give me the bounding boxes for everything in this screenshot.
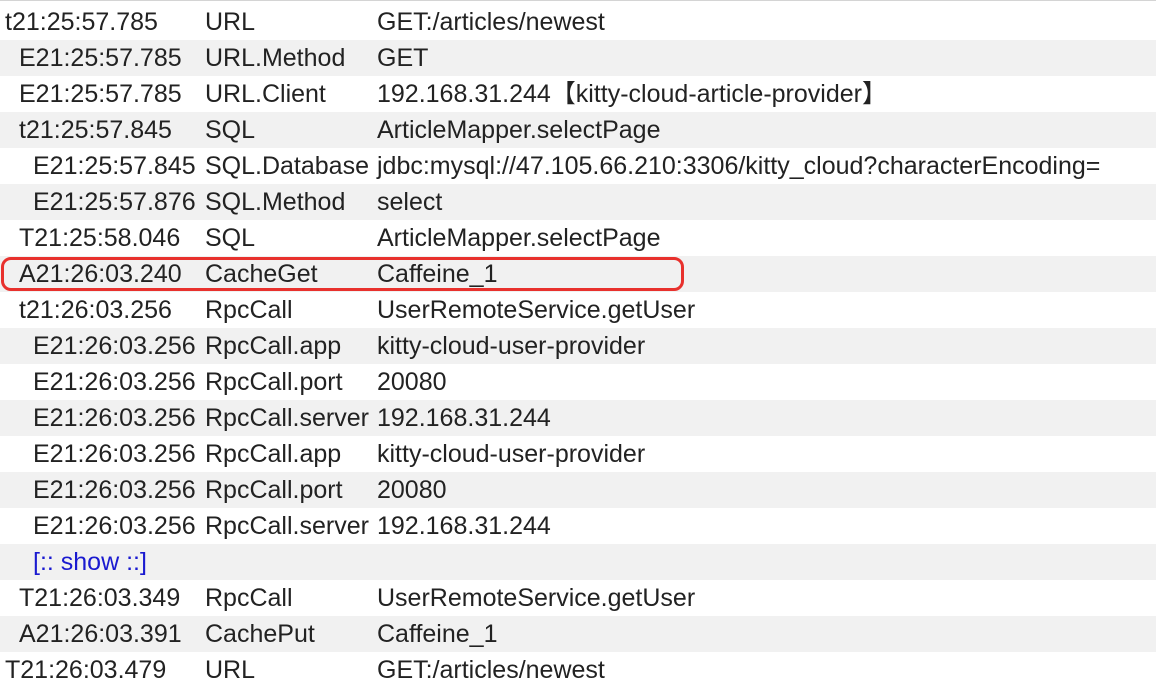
log-type: RpcCall.port [205,476,343,504]
log-timestamp: E21:25:57.785 [19,44,182,72]
log-row: E21:26:03.256 RpcCall.app kitty-cloud-us… [0,328,1156,364]
log-timestamp: E21:26:03.256 [33,332,196,360]
log-name: UserRemoteService.getUser [377,296,696,324]
log-row-show-more: [:: show ::] [0,544,1156,580]
log-timestamp: E21:25:57.785 [19,80,182,108]
log-type: SQL.Method [205,188,346,216]
log-row: E21:26:03.256 RpcCall.server 192.168.31.… [0,400,1156,436]
log-timestamp: E21:25:57.845 [33,152,196,180]
log-name: 20080 [377,368,447,396]
log-row: E21:26:03.256 RpcCall.port 20080 [0,364,1156,400]
log-type: CachePut [205,620,315,648]
log-timestamp: t21:26:03.256 [19,296,172,324]
log-type: URL.Method [205,44,346,72]
log-type: RpcCall [205,296,293,324]
log-name: UserRemoteService.getUser [377,584,696,612]
log-name: ArticleMapper.selectPage [377,224,661,252]
log-name: kitty-cloud-user-provider [377,440,646,468]
log-type: SQL [205,116,256,144]
log-row: E21:26:03.256 RpcCall.app kitty-cloud-us… [0,436,1156,472]
log-name: 192.168.31.244【kitty-cloud-article-provi… [377,80,887,108]
log-row: E21:26:03.256 RpcCall.server 192.168.31.… [0,508,1156,544]
log-type: CacheGet [205,260,318,288]
log-type: RpcCall.app [205,440,342,468]
show-more-link[interactable]: [:: show ::] [33,544,147,580]
log-timestamp: E21:26:03.256 [33,368,196,396]
log-timestamp: t21:25:57.845 [19,116,172,144]
log-name: kitty-cloud-user-provider [377,332,646,360]
log-row: E21:25:57.876 SQL.Method select [0,184,1156,220]
log-timestamp: A21:26:03.391 [19,620,182,648]
log-name: 192.168.31.244 [377,512,551,540]
log-name: 20080 [377,476,447,504]
log-type: URL [205,8,256,36]
log-name: GET:/articles/newest [377,656,605,684]
log-timestamp: T21:26:03.349 [19,584,181,612]
log-type: URL [205,656,256,684]
log-row: E21:25:57.845 SQL.Database jdbc:mysql://… [0,148,1156,184]
log-row: t21:26:03.256 RpcCall UserRemoteService.… [0,292,1156,328]
log-type: URL.Client [205,80,326,108]
log-type: RpcCall.server [205,512,369,540]
log-row: A21:26:03.391 CachePut Caffeine_1 [0,616,1156,652]
log-row: E21:26:03.256 RpcCall.port 20080 [0,472,1156,508]
log-timestamp: T21:26:03.479 [5,656,167,684]
log-name: Caffeine_1 [377,260,498,288]
log-name: jdbc:mysql://47.105.66.210:3306/kitty_cl… [377,152,1101,180]
log-row: T21:26:03.349 RpcCall UserRemoteService.… [0,580,1156,616]
log-name: GET [377,44,429,72]
log-timestamp: t21:25:57.785 [5,8,158,36]
log-timestamp: E21:26:03.256 [33,440,196,468]
log-row: t21:25:57.785 URL GET:/articles/newest [0,4,1156,40]
log-timestamp: T21:25:58.046 [19,224,181,252]
log-type: RpcCall.port [205,368,343,396]
log-name: ArticleMapper.selectPage [377,116,661,144]
log-row-cacheget: A21:26:03.240 CacheGet Caffeine_1 [0,256,1156,292]
transaction-log-table: t21:25:57.785 URL GET:/articles/newest E… [0,4,1156,688]
log-timestamp: A21:26:03.240 [19,260,182,288]
log-timestamp: E21:26:03.256 [33,404,196,432]
log-name: 192.168.31.244 [377,404,551,432]
log-timestamp: E21:25:57.876 [33,188,196,216]
log-type: SQL.Database [205,152,369,180]
log-type: RpcCall [205,584,293,612]
log-name: select [377,188,443,216]
log-row: E21:25:57.785 URL.Method GET [0,40,1156,76]
log-timestamp: E21:26:03.256 [33,512,196,540]
log-name: Caffeine_1 [377,620,498,648]
log-type: RpcCall.server [205,404,369,432]
log-type: RpcCall.app [205,332,342,360]
log-name: GET:/articles/newest [377,8,605,36]
log-row: T21:25:58.046 SQL ArticleMapper.selectPa… [0,220,1156,256]
log-timestamp: E21:26:03.256 [33,476,196,504]
log-row: t21:25:57.845 SQL ArticleMapper.selectPa… [0,112,1156,148]
log-row: E21:25:57.785 URL.Client 192.168.31.244【… [0,76,1156,112]
log-type: SQL [205,224,256,252]
log-row: T21:26:03.479 URL GET:/articles/newest [0,652,1156,688]
